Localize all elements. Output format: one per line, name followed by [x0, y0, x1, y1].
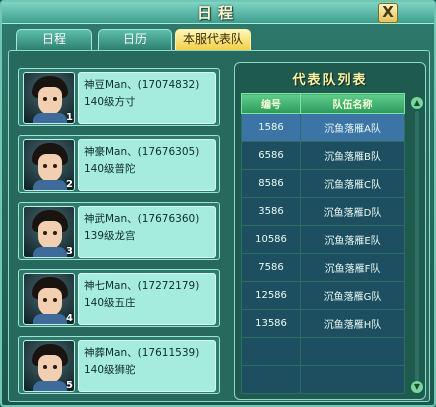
team-name: 沉鱼落雁H队	[300, 309, 405, 338]
member-level-school: 140级五庄	[84, 297, 136, 309]
schedule-window: 日程 X 日程 日历 本服代表队 1 神豆Man、(17074832) 140级…	[0, 0, 436, 407]
member-name: 神武Man、(17676360)	[84, 213, 200, 225]
member-number: 2	[66, 179, 73, 190]
member-info: 神葬Man、(17611539) 140级狮驼	[78, 340, 216, 392]
column-header-team-name[interactable]: 队伍名称	[300, 93, 405, 114]
team-member-card[interactable]: 3 神武Man、(17676360) 139级龙宫	[18, 202, 220, 260]
window-title: 日程	[196, 4, 239, 22]
table-row[interactable]: 1586 沉鱼落雁A队	[241, 113, 405, 142]
member-number: 3	[66, 246, 73, 257]
member-info: 神七Man、(17272179) 140级五庄	[78, 273, 216, 325]
team-name: 沉鱼落雁C队	[300, 169, 405, 198]
column-header-id[interactable]: 编号	[241, 93, 301, 114]
table-row[interactable]	[241, 365, 405, 394]
member-name: 神豪Man、(17676305)	[84, 146, 200, 158]
team-name	[300, 337, 405, 366]
member-name: 神七Man、(17272179)	[84, 280, 200, 292]
team-id: 7586	[241, 253, 301, 282]
member-level-school: 140级方寸	[84, 96, 136, 108]
close-button[interactable]: X	[378, 3, 398, 23]
member-name: 神葬Man、(17611539)	[84, 347, 200, 359]
team-member-card[interactable]: 2 神豪Man、(17676305) 140级普陀	[18, 135, 220, 193]
team-member-card[interactable]: 4 神七Man、(17272179) 140级五庄	[18, 269, 220, 327]
team-id	[241, 365, 301, 394]
member-number: 5	[66, 380, 73, 391]
team-id: 10586	[241, 225, 301, 254]
close-icon: X	[382, 3, 394, 21]
member-name: 神豆Man、(17074832)	[84, 79, 200, 91]
team-id: 3586	[241, 197, 301, 226]
scrollbar-track[interactable]	[415, 111, 419, 381]
table-row[interactable]: 7586 沉鱼落雁F队	[241, 253, 405, 282]
member-number: 1	[66, 112, 73, 123]
member-level-school: 140级普陀	[84, 163, 136, 175]
table-row[interactable]: 10586 沉鱼落雁E队	[241, 225, 405, 254]
team-name: 沉鱼落雁A队	[300, 113, 405, 142]
team-id	[241, 337, 301, 366]
table-row[interactable]: 3586 沉鱼落雁D队	[241, 197, 405, 226]
team-name	[300, 365, 405, 394]
tab-calendar[interactable]: 日历	[98, 29, 172, 50]
title-bar[interactable]: 日程 X	[2, 2, 434, 24]
team-name: 沉鱼落雁F队	[300, 253, 405, 282]
team-name: 沉鱼落雁G队	[300, 281, 405, 310]
table-header-row: 编号 队伍名称	[241, 93, 405, 114]
team-list-title: 代表队列表	[292, 73, 368, 88]
member-level-school: 140级狮驼	[84, 364, 136, 376]
team-name: 沉鱼落雁E队	[300, 225, 405, 254]
tab-schedule[interactable]: 日程	[16, 29, 92, 50]
member-portrait: 3	[23, 206, 75, 258]
team-id: 8586	[241, 169, 301, 198]
team-id: 1586	[241, 113, 301, 142]
member-info: 神武Man、(17676360) 139级龙宫	[78, 206, 216, 258]
team-id: 13586	[241, 309, 301, 338]
team-member-card[interactable]: 1 神豆Man、(17074832) 140级方寸	[18, 68, 220, 126]
member-info: 神豆Man、(17074832) 140级方寸	[78, 72, 216, 124]
team-member-card[interactable]: 5 神葬Man、(17611539) 140级狮驼	[18, 336, 220, 394]
scroll-down-icon[interactable]: ▼	[411, 381, 423, 393]
team-list-panel: 代表队列表 编号 队伍名称 1586 沉鱼落雁A队 6586 沉鱼落雁B队 85…	[234, 62, 426, 400]
team-name: 沉鱼落雁D队	[300, 197, 405, 226]
member-portrait: 1	[23, 72, 75, 124]
team-id: 12586	[241, 281, 301, 310]
member-level-school: 139级龙宫	[84, 230, 136, 242]
table-row[interactable]: 8586 沉鱼落雁C队	[241, 169, 405, 198]
member-portrait: 4	[23, 273, 75, 325]
scroll-up-icon[interactable]: ▲	[411, 97, 423, 109]
team-list-table: 编号 队伍名称 1586 沉鱼落雁A队 6586 沉鱼落雁B队 8586 沉鱼落…	[241, 93, 405, 394]
member-portrait: 2	[23, 139, 75, 191]
member-number: 4	[66, 313, 73, 324]
member-info: 神豪Man、(17676305) 140级普陀	[78, 139, 216, 191]
team-id: 6586	[241, 141, 301, 170]
table-row[interactable]: 13586 沉鱼落雁H队	[241, 309, 405, 338]
team-name: 沉鱼落雁B队	[300, 141, 405, 170]
table-row[interactable]	[241, 337, 405, 366]
table-row[interactable]: 6586 沉鱼落雁B队	[241, 141, 405, 170]
member-portrait: 5	[23, 340, 75, 392]
table-row[interactable]: 12586 沉鱼落雁G队	[241, 281, 405, 310]
tab-server-team[interactable]: 本服代表队	[175, 29, 251, 50]
